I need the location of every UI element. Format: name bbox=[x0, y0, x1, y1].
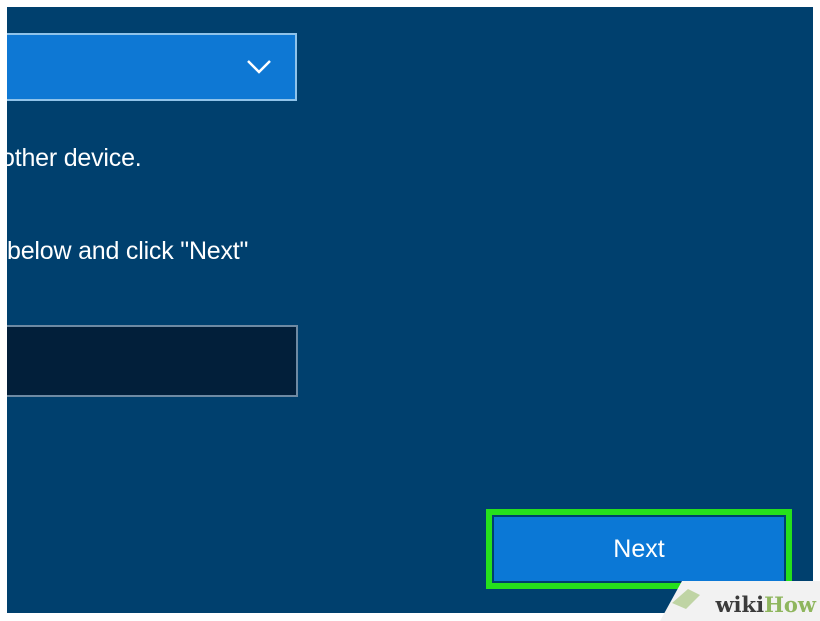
wikihow-watermark: wikiHow bbox=[660, 581, 820, 621]
instruction-text-line2: below and click "Next" bbox=[7, 237, 249, 265]
next-button[interactable]: Next bbox=[494, 517, 784, 581]
watermark-text: wikiHow bbox=[715, 592, 816, 617]
instruction-text-line1: other device. bbox=[7, 144, 142, 172]
dropdown-select[interactable] bbox=[7, 33, 297, 101]
code-input[interactable] bbox=[7, 325, 298, 397]
chevron-down-icon[interactable] bbox=[245, 55, 273, 77]
watermark-how: How bbox=[764, 592, 816, 617]
watermark-wiki: wiki bbox=[715, 592, 765, 617]
setup-screen: other device. below and click "Next" Nex… bbox=[7, 7, 813, 613]
